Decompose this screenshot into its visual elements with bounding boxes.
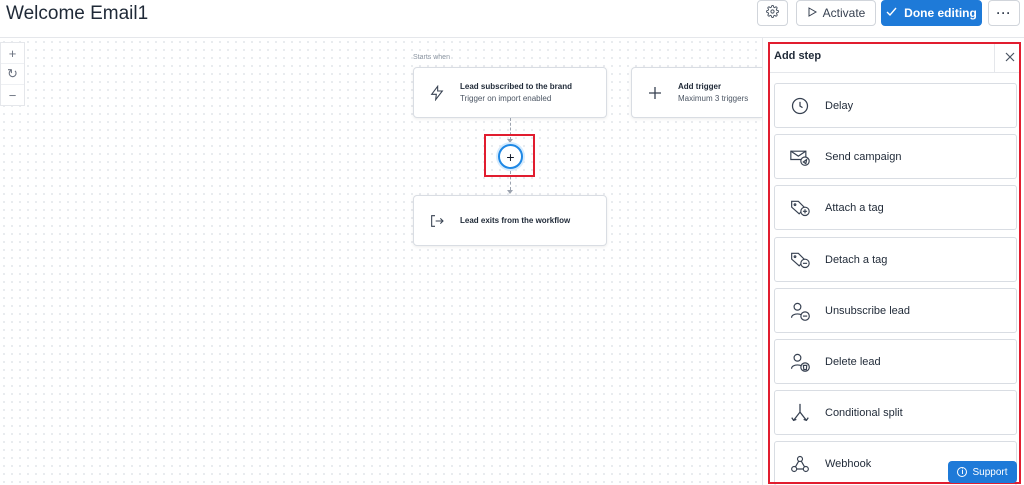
zoom-out-button[interactable]: − bbox=[1, 85, 24, 105]
step-detach-tag[interactable]: Detach a tag bbox=[774, 237, 1017, 282]
user-minus-icon bbox=[775, 300, 825, 322]
add-step-button[interactable]: + bbox=[498, 144, 523, 169]
split-arrows-icon bbox=[775, 402, 825, 424]
step-delete-lead[interactable]: Delete lead bbox=[774, 339, 1017, 384]
plus-icon bbox=[632, 86, 678, 100]
step-label: Unsubscribe lead bbox=[825, 304, 910, 317]
user-delete-icon bbox=[775, 351, 825, 373]
refresh-icon: ↻ bbox=[7, 66, 18, 81]
settings-button[interactable] bbox=[757, 0, 788, 26]
plus-icon: + bbox=[506, 148, 515, 165]
webhook-icon bbox=[775, 454, 825, 474]
zoom-in-button[interactable]: + bbox=[1, 43, 24, 64]
ellipsis-icon: ··· bbox=[996, 6, 1012, 20]
support-label: Support bbox=[972, 466, 1008, 478]
exit-node[interactable]: Lead exits from the workflow bbox=[413, 195, 607, 246]
top-header: Welcome Email1 Activate Done editing ··· bbox=[0, 0, 1024, 38]
envelope-send-icon bbox=[775, 147, 825, 167]
activate-label: Activate bbox=[822, 6, 866, 20]
trigger-node-title: Lead subscribed to the brand bbox=[460, 82, 573, 91]
step-label: Detach a tag bbox=[825, 253, 888, 266]
tag-plus-icon bbox=[775, 198, 825, 218]
trigger-node-subtitle: Trigger on import enabled bbox=[460, 94, 552, 103]
done-editing-button[interactable]: Done editing bbox=[881, 0, 982, 26]
starts-when-label: Starts when bbox=[413, 54, 450, 61]
exit-icon bbox=[414, 213, 460, 229]
minus-icon: − bbox=[8, 87, 17, 103]
divider bbox=[994, 44, 995, 73]
help-icon: i bbox=[957, 467, 968, 477]
step-label: Delete lead bbox=[825, 355, 881, 368]
support-button[interactable]: i Support bbox=[948, 461, 1017, 483]
activate-button[interactable]: Activate bbox=[796, 0, 876, 26]
step-send-campaign[interactable]: Send campaign bbox=[774, 134, 1017, 179]
add-trigger-node[interactable]: Add trigger Maximum 3 triggers bbox=[631, 67, 762, 118]
tag-minus-icon bbox=[775, 250, 825, 270]
page-title: Welcome Email1 bbox=[6, 3, 149, 24]
close-panel-button[interactable] bbox=[1002, 49, 1018, 67]
gear-icon bbox=[766, 5, 779, 21]
step-label: Attach a tag bbox=[825, 201, 884, 214]
panel-title: Add step bbox=[774, 50, 822, 62]
add-trigger-title: Add trigger bbox=[678, 82, 722, 91]
trigger-node[interactable]: Lead subscribed to the brand Trigger on … bbox=[413, 67, 607, 118]
panel-header: Add step bbox=[770, 44, 1019, 73]
clock-icon bbox=[775, 96, 825, 116]
close-icon bbox=[1005, 49, 1015, 67]
add-trigger-subtitle: Maximum 3 triggers bbox=[678, 94, 749, 103]
reset-zoom-button[interactable]: ↻ bbox=[1, 64, 24, 85]
play-icon bbox=[807, 6, 817, 20]
step-unsubscribe-lead[interactable]: Unsubscribe lead bbox=[774, 288, 1017, 333]
step-delay[interactable]: Delay bbox=[774, 83, 1017, 128]
plus-icon: + bbox=[8, 45, 17, 61]
step-label: Delay bbox=[825, 99, 854, 112]
step-conditional-split[interactable]: Conditional split bbox=[774, 390, 1017, 435]
exit-node-title: Lead exits from the workflow bbox=[460, 216, 571, 225]
step-label: Send campaign bbox=[825, 150, 902, 163]
step-label: Webhook bbox=[825, 457, 872, 470]
arrow-icon bbox=[507, 190, 513, 194]
lightning-icon bbox=[414, 84, 460, 101]
done-editing-label: Done editing bbox=[904, 6, 977, 20]
check-icon bbox=[886, 6, 897, 20]
zoom-controls: + ↻ − bbox=[0, 42, 25, 106]
more-options-button[interactable]: ··· bbox=[988, 0, 1020, 26]
step-label: Conditional split bbox=[825, 406, 903, 419]
step-attach-tag[interactable]: Attach a tag bbox=[774, 185, 1017, 230]
